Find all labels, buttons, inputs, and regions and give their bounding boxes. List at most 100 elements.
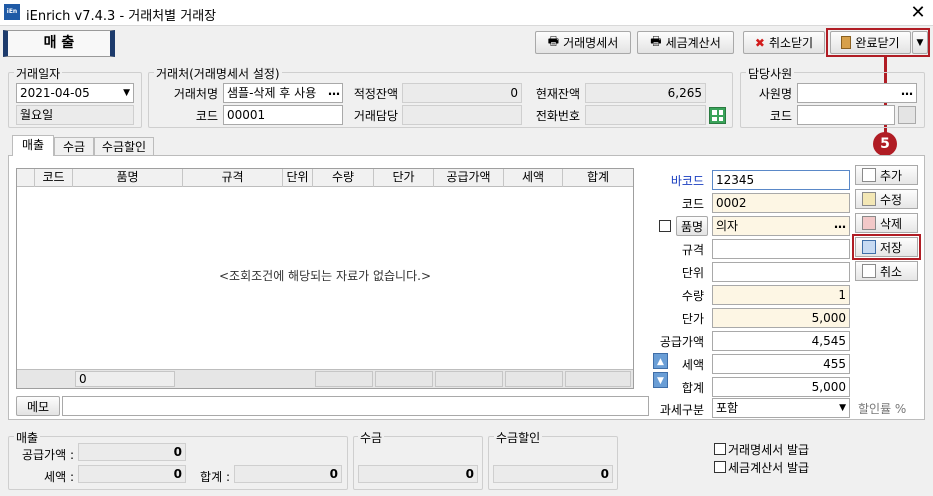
issue-tax-invoice-checkbox[interactable] (714, 461, 726, 473)
collection-summary-label: 수금 (358, 429, 385, 446)
print-statement-label: 거래명세서 (563, 36, 619, 50)
weekday-display: 월요일 (16, 105, 134, 125)
discount-summary-label: 수금할인 (494, 429, 543, 446)
printer-icon: 🖶 (547, 34, 560, 48)
memo-button[interactable]: 메모 (16, 396, 60, 416)
unit-field[interactable] (712, 262, 850, 282)
item-code-field[interactable]: 0002 (712, 193, 850, 213)
grid-col-supply[interactable]: 공급가액 (434, 169, 504, 187)
grid-col-price[interactable]: 단가 (374, 169, 434, 187)
issue-tax-invoice-label: 세금계산서 발급 (728, 461, 810, 475)
grid-footer-cell (505, 371, 563, 387)
staff-group-label: 담당사원 (746, 65, 795, 82)
grid-col-code[interactable]: 코드 (35, 169, 73, 187)
price-label: 단가 (681, 312, 704, 326)
qty-field[interactable]: 1 (712, 285, 850, 305)
done-close-button[interactable]: 완료닫기 (830, 31, 911, 54)
client-name-field[interactable]: 샘플-삭제 후 사용 (223, 83, 343, 103)
chevron-down-icon: ▼ (839, 403, 846, 413)
edit-icon (862, 192, 876, 206)
tax-field[interactable]: 455 (712, 354, 850, 374)
item-search-button[interactable]: … (832, 217, 848, 235)
done-close-label: 완료닫기 (855, 36, 900, 50)
memo-field[interactable] (62, 396, 649, 416)
phone-label: 전화번호 (535, 109, 580, 123)
discount-summary-value: 0 (493, 465, 613, 483)
printer-icon: 🖶 (650, 34, 662, 48)
cancel-close-button[interactable]: ✖ 취소닫기 (743, 31, 825, 54)
grid-col-spec[interactable]: 규격 (183, 169, 283, 187)
done-close-dropdown-button[interactable]: ▼ (912, 31, 928, 54)
chevron-down-icon: ▼ (123, 88, 130, 98)
tax-type-select[interactable]: 포함 ▼ (712, 398, 850, 418)
grid-col-qty[interactable]: 수량 (313, 169, 374, 187)
trade-date-select[interactable]: 2021-04-05 ▼ (16, 83, 134, 103)
grid-view-icon[interactable] (709, 107, 726, 124)
delete-label: 삭제 (880, 216, 903, 231)
edit-button[interactable]: 수정 (855, 189, 918, 209)
grid-col-total[interactable]: 합계 (563, 169, 633, 187)
summary-total-label: 합계 : (200, 470, 230, 484)
staff-code-label: 코드 (769, 109, 792, 123)
grid-header: 코드 품명 규격 단위 수량 단가 공급가액 세액 합계 (17, 169, 633, 187)
issue-statement-label: 거래명세서 발급 (728, 443, 810, 457)
collection-summary-value: 0 (358, 465, 478, 483)
add-label: 추가 (880, 168, 903, 183)
staff-search-button[interactable]: … (899, 84, 915, 102)
tab-sales[interactable]: 매출 (12, 135, 54, 156)
price-field[interactable]: 5,000 (712, 308, 850, 328)
summary-supply-label: 공급가액 : (21, 448, 74, 462)
phone-value (585, 105, 706, 125)
summary-tax-value: 0 (78, 465, 186, 483)
total-field[interactable]: 5,000 (712, 377, 850, 397)
item-name-field[interactable]: 의자 (712, 216, 850, 236)
mode-header: 매 출 (3, 30, 115, 57)
trade-date-label: 거래일자 (14, 65, 63, 82)
save-button[interactable]: 저장 (855, 237, 918, 257)
dropdown-arrow-icon: ▼ (916, 37, 924, 48)
client-name-label: 거래처명 (173, 87, 218, 101)
client-search-button[interactable]: … (326, 84, 342, 102)
sales-summary-label: 매출 (14, 429, 41, 446)
issue-statement-checkbox[interactable] (714, 443, 726, 455)
grid-col-indicator (17, 169, 35, 187)
close-window-button[interactable]: ✕ (906, 1, 930, 25)
spec-label: 규격 (681, 243, 704, 257)
grid-empty-message: <조회조건에 해당되는 자료가 없습니다.> (218, 269, 431, 283)
barcode-field[interactable]: 12345 (712, 170, 850, 190)
arrow-up-icon[interactable]: ▲ (653, 353, 668, 369)
grid-col-unit[interactable]: 단위 (283, 169, 313, 187)
print-tax-invoice-label: 세금계산서 (665, 36, 721, 50)
delete-button[interactable]: 삭제 (855, 213, 918, 233)
spec-field[interactable] (712, 239, 850, 259)
staff-name-label: 사원명 (758, 87, 792, 101)
tab-collection-discount[interactable]: 수금할인 (94, 137, 154, 156)
grid-col-tax[interactable]: 세액 (504, 169, 563, 187)
qty-label: 수량 (681, 289, 704, 303)
item-name-button[interactable]: 품명 (676, 216, 708, 236)
item-name-checkbox[interactable] (659, 220, 671, 232)
tab-collection[interactable]: 수금 (54, 137, 94, 156)
client-code-field[interactable]: 00001 (223, 105, 343, 125)
grid-footer-cell (435, 371, 503, 387)
item-grid[interactable]: 코드 품명 규격 단위 수량 단가 공급가액 세액 합계 <조회조건에 해당되는… (16, 168, 634, 389)
tax-type-value: 포함 (716, 401, 739, 415)
supply-field[interactable]: 4,545 (712, 331, 850, 351)
book-icon (841, 36, 852, 49)
trade-date-value: 2021-04-05 (20, 86, 90, 100)
window-title: iEnrich v7.4.3 - 거래처별 거래장 (26, 9, 217, 24)
cancel-button[interactable]: 취소 (855, 261, 918, 281)
staff-code-field[interactable] (797, 105, 895, 125)
current-balance-value: 6,265 (585, 83, 706, 103)
print-statement-button[interactable]: 🖶 거래명세서 (535, 31, 631, 54)
grid-footer-cell (315, 371, 373, 387)
item-code-label: 코드 (681, 197, 704, 211)
arrow-down-icon[interactable]: ▼ (653, 372, 668, 388)
print-tax-invoice-button[interactable]: 🖶 세금계산서 (637, 31, 734, 54)
total-label: 합계 (681, 381, 704, 395)
staff-lookup-icon[interactable] (898, 106, 916, 124)
summary-tax-label: 세액 : (44, 470, 74, 484)
current-balance-label: 현재잔액 (535, 87, 580, 101)
add-button[interactable]: 추가 (855, 165, 918, 185)
grid-col-name[interactable]: 품명 (73, 169, 183, 187)
